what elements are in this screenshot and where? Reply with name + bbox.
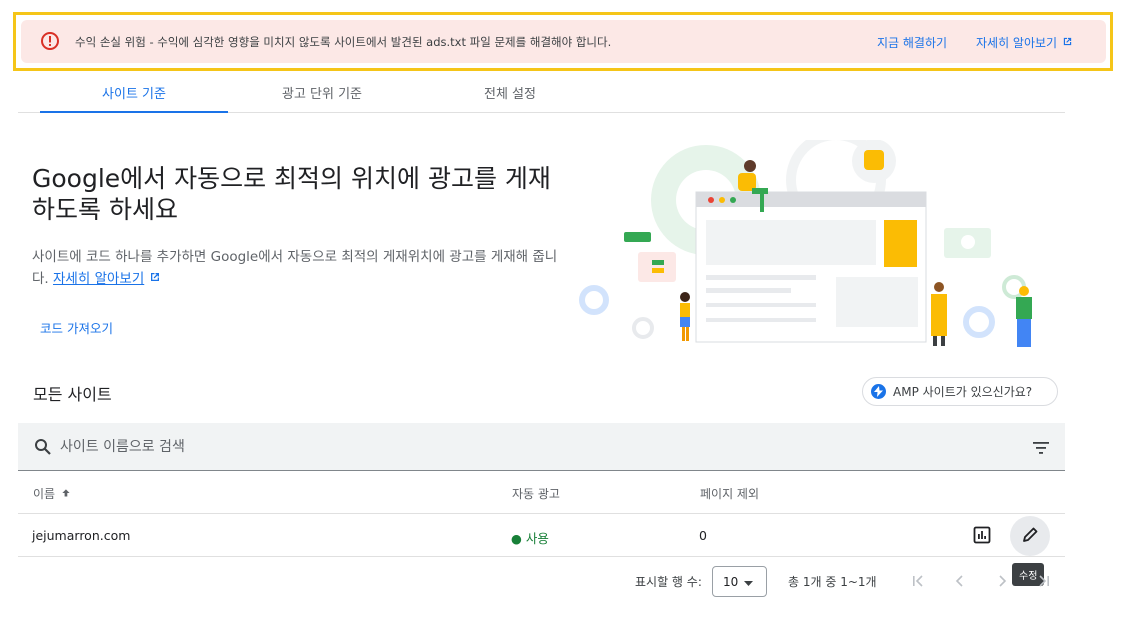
- rows-per-page-value: 10: [723, 574, 739, 589]
- fix-now-link[interactable]: 지금 해결하기: [877, 34, 947, 51]
- site-name-cell: jejumarron.com: [32, 528, 131, 543]
- site-search-input[interactable]: [60, 437, 660, 457]
- filter-icon[interactable]: [1032, 440, 1050, 459]
- amp-chip-label: AMP 사이트가 있으신가요?: [893, 385, 1033, 399]
- page-range-label: 총 1개 중 1~1개: [788, 575, 877, 589]
- auto-ads-status-cell: ● 사용: [511, 531, 549, 546]
- person-illustration-left: [680, 292, 690, 341]
- get-code-button[interactable]: 코드 가져오기: [40, 318, 113, 337]
- alert-learn-more-link[interactable]: 자세히 알아보기: [976, 34, 1073, 51]
- auto-ads-illustration: [579, 140, 1032, 347]
- ads-txt-alert-banner: 수익 손실 위험 - 수익에 심각한 영향을 미치지 않도록 사이트에서 발견된…: [21, 20, 1106, 63]
- chevron-right-icon: [995, 573, 1009, 592]
- first-page-button[interactable]: [906, 570, 930, 594]
- next-page-button[interactable]: [990, 570, 1014, 594]
- open-in-new-icon: [1062, 36, 1073, 50]
- column-header-name[interactable]: 이름: [33, 485, 71, 502]
- bar-chart-icon: [973, 526, 991, 547]
- pencil-icon: [1021, 526, 1039, 547]
- report-button[interactable]: [962, 516, 1002, 556]
- hero-description: 사이트에 코드 하나를 추가하면 Google에서 자동으로 최적의 게재위치에…: [32, 246, 567, 290]
- column-header-excluded-pages: 페이지 제외: [700, 487, 760, 501]
- bolt-icon: [871, 384, 886, 399]
- column-header-auto-ads: 자동 광고: [512, 487, 560, 501]
- alert-learn-more-label: 자세히 알아보기: [976, 36, 1058, 50]
- rows-per-page-select[interactable]: 10: [712, 566, 767, 597]
- all-sites-heading: 모든 사이트: [33, 385, 112, 404]
- tab-by-ad-unit[interactable]: 광고 단위 기준: [228, 72, 416, 112]
- tab-global-settings[interactable]: 전체 설정: [416, 72, 604, 112]
- column-name-label: 이름: [33, 487, 56, 501]
- previous-page-button[interactable]: [948, 570, 972, 594]
- tab-bar: 사이트 기준 광고 단위 기준 전체 설정: [18, 72, 1065, 113]
- hero-learn-more-label: 자세히 알아보기: [53, 271, 145, 287]
- chevron-left-icon: [953, 573, 967, 592]
- arrow-up-icon: [61, 487, 71, 501]
- error-icon: [40, 31, 60, 51]
- rows-per-page-label: 표시할 행 수:: [635, 575, 702, 589]
- site-search-bar: [18, 423, 1065, 471]
- last-page-icon: [1037, 573, 1051, 592]
- amp-sites-chip[interactable]: AMP 사이트가 있으신가요?: [862, 377, 1058, 406]
- excluded-pages-cell: 0: [699, 528, 707, 543]
- sites-table-header: 이름 자동 광고 페이지 제외: [18, 472, 1065, 514]
- person-illustration-apron: [931, 282, 947, 346]
- dropdown-arrow-icon: [744, 575, 754, 589]
- table-row: jejumarron.com ● 사용 0: [18, 514, 1065, 557]
- hero-learn-more-link[interactable]: 자세히 알아보기: [53, 271, 144, 287]
- last-page-button[interactable]: [1032, 570, 1056, 594]
- search-icon: [34, 438, 52, 460]
- open-in-new-icon: [149, 271, 161, 287]
- first-page-icon: [911, 573, 925, 592]
- alert-message: 수익 손실 위험 - 수익에 심각한 영향을 미치지 않도록 사이트에서 발견된…: [75, 35, 612, 49]
- hero-title: Google에서 자동으로 최적의 위치에 광고를 게재하도록 하세요: [32, 164, 551, 224]
- edit-button[interactable]: [1010, 516, 1050, 556]
- tab-by-site[interactable]: 사이트 기준: [40, 72, 228, 113]
